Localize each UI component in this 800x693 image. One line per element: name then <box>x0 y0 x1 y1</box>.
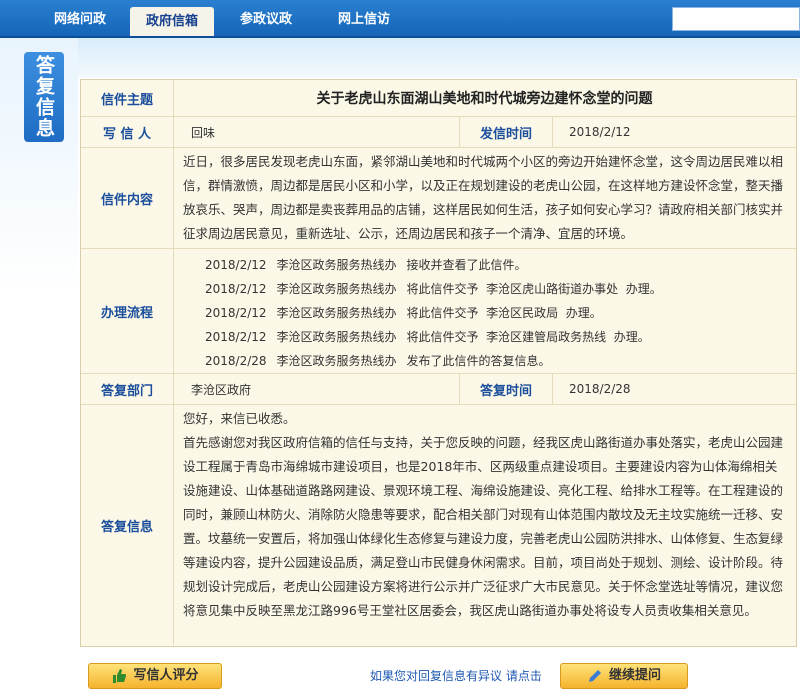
reply-time-value: 2018/2/28 <box>569 382 631 396</box>
writer-row: 写 信 人 回味 发信时间 2018/2/12 <box>81 117 796 148</box>
subject-label: 信件主题 <box>81 80 174 116</box>
search-input[interactable] <box>672 7 800 31</box>
reply-dept-label: 答复部门 <box>81 374 174 404</box>
reply-time-label: 答复时间 <box>459 374 553 404</box>
subject-row: 信件主题 关于老虎山东面湖山美地和时代城旁边建怀念堂的问题 <box>81 80 796 117</box>
send-time-label: 发信时间 <box>459 117 553 147</box>
process-item: 2018/2/12 李沧区政务服务热线办 接收并查看了此信件。 <box>205 258 527 272</box>
reply-body: 首先感谢您对我区政府信箱的信任与支持，关于您反映的问题，经我区虎山路街道办事处落… <box>183 435 784 618</box>
side-title: 答复信息 <box>24 52 64 142</box>
content-text: 近日，很多居民发现老虎山东面，紧邻湖山美地和时代城两个小区的旁边开始建怀念堂，这… <box>183 154 784 241</box>
reply-table: 信件主题 关于老虎山东面湖山美地和时代城旁边建怀念堂的问题 写 信 人 回味 发… <box>80 79 797 647</box>
rate-writer-button[interactable]: 写信人评分 <box>88 663 222 689</box>
pencil-icon <box>587 668 603 684</box>
writer-value: 回味 <box>191 125 216 140</box>
process-list: 2018/2/12 李沧区政务服务热线办 接收并查看了此信件。 2018/2/12 李… <box>205 253 785 373</box>
reply-info-row: 答复信息 您好，来信已收悉。 首先感谢您对我区政府信箱的信任与支持，关于您反映的… <box>81 405 796 645</box>
content-label: 信件内容 <box>81 148 174 248</box>
tab-zhengfuxinxiang[interactable]: 政府信箱 <box>130 7 214 36</box>
process-item: 2018/2/12 李沧区政务服务热线办 将此信件交予 李沧区建管局政务热线 办理。 <box>205 330 650 344</box>
tab-wangluowenzheng[interactable]: 网络问政 <box>40 5 120 34</box>
content-row: 信件内容 近日，很多居民发现老虎山东面，紧邻湖山美地和时代城两个小区的旁边开始建… <box>81 148 796 249</box>
tab-wangshangxinfang[interactable]: 网上信访 <box>322 5 406 34</box>
send-time-value: 2018/2/12 <box>569 125 631 139</box>
top-nav: 网络问政 政府信箱 参政议政 网上信访 <box>0 0 800 38</box>
process-label: 办理流程 <box>81 249 174 373</box>
process-row: 办理流程 2018/2/12 李沧区政务服务热线办 接收并查看了此信件。 2018/… <box>81 249 796 374</box>
reply-text: 您好，来信已收悉。 首先感谢您对我区政府信箱的信任与支持，关于您反映的问题，经我… <box>183 407 788 623</box>
header-band <box>0 38 800 78</box>
subject-value: 关于老虎山东面湖山美地和时代城旁边建怀念堂的问题 <box>316 91 653 107</box>
continue-question-button[interactable]: 继续提问 <box>560 663 688 689</box>
writer-label: 写 信 人 <box>81 117 174 147</box>
process-item: 2018/2/12 李沧区政务服务热线办 将此信件交予 李沧区民政局 办理。 <box>205 306 602 320</box>
process-item: 2018/2/12 李沧区政务服务热线办 将此信件交予 李沧区虎山路街道办事处 办理… <box>205 282 662 296</box>
process-item: 2018/2/28 李沧区政务服务热线办 发布了此信件的答复信息。 <box>205 354 551 368</box>
reply-dept-row: 答复部门 李沧区政府 答复时间 2018/2/28 <box>81 374 796 405</box>
objection-link[interactable]: 如果您对回复信息有异议 请点击 <box>370 667 542 684</box>
tab-canzhengyizheng[interactable]: 参政议政 <box>224 5 308 34</box>
thumb-icon <box>111 668 127 684</box>
reply-dept-value: 李沧区政府 <box>191 382 252 397</box>
reply-info-label: 答复信息 <box>81 405 174 645</box>
reply-greeting: 您好，来信已收悉。 <box>183 411 296 426</box>
